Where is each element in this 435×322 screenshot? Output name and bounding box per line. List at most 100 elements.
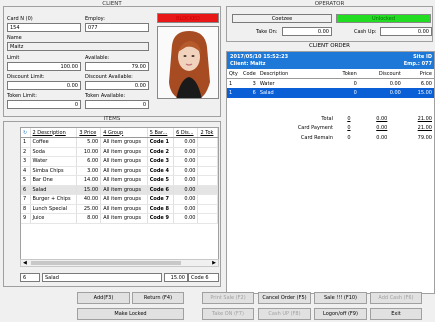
row-dis: 0.00 bbox=[173, 194, 199, 205]
scroll-thumb[interactable] bbox=[31, 261, 181, 265]
col-token[interactable]: 2 Tok bbox=[197, 128, 218, 138]
items-hscrollbar[interactable]: ◀ ▶ bbox=[20, 259, 219, 267]
limit-field: 100.00 bbox=[7, 62, 81, 71]
line-token: 0 bbox=[353, 80, 357, 87]
grid-settings-icon[interactable]: ↻ bbox=[21, 128, 31, 138]
line-qty: 1 bbox=[227, 88, 241, 98]
total-discount: 0.00 bbox=[376, 115, 388, 122]
row-dis: 0.00 bbox=[173, 156, 199, 167]
make-locked-button[interactable]: Make Locked bbox=[77, 308, 184, 320]
row-desc: Burger + Chips bbox=[30, 194, 78, 205]
table-row[interactable]: 8 Lunch Special 25.00 All item groups Code 8… bbox=[21, 204, 218, 214]
line-discount: 0.00 bbox=[389, 80, 401, 87]
row-bar: Code 9 bbox=[147, 213, 175, 224]
total-label: Total bbox=[321, 115, 333, 122]
employ-field[interactable]: 077 bbox=[85, 23, 149, 32]
sale-button[interactable]: Sale !!! (F10) bbox=[314, 292, 367, 304]
exit-button[interactable]: Exit bbox=[370, 308, 422, 320]
row-desc: Salad bbox=[30, 185, 78, 195]
row-num: 9 bbox=[21, 213, 31, 224]
footer-price-field: 15.00 bbox=[164, 273, 188, 282]
cancel-order-button[interactable]: Cancel Order (F5) bbox=[258, 292, 311, 304]
card-field[interactable]: 154 bbox=[7, 23, 81, 32]
order-title: CLIENT ORDER bbox=[309, 43, 350, 49]
table-row[interactable]: 9 Juice 8.00 All item groups Code 9 0.00 bbox=[21, 213, 218, 224]
order-client: Client: Maitz bbox=[230, 61, 266, 67]
blocked-badge: BLOCKED bbox=[157, 13, 219, 23]
add-button[interactable]: Add(F3) bbox=[77, 292, 130, 304]
name-label: Name bbox=[7, 35, 22, 41]
row-desc: Bar One bbox=[30, 175, 78, 186]
available-field: 79.00 bbox=[85, 62, 149, 71]
row-group: All item groups bbox=[100, 175, 148, 186]
discount-available-label: Discount Available: bbox=[85, 74, 133, 80]
row-dis: 0.00 bbox=[173, 185, 199, 195]
row-group: All item groups bbox=[100, 137, 148, 148]
row-num: 3 bbox=[21, 156, 31, 167]
table-row[interactable]: 5 Bar One 14.00 All item groups Code 5 0.00 bbox=[21, 175, 218, 186]
scroll-right-icon[interactable]: ▶ bbox=[212, 260, 216, 266]
table-row[interactable]: 3 Water 6.00 All item groups Code 3 0.00 bbox=[21, 156, 218, 167]
row-price: 5.00 bbox=[76, 137, 102, 148]
row-desc: Simba Chips bbox=[30, 166, 78, 176]
take-on-label: Take On: bbox=[256, 29, 278, 35]
take-on-field: 0.00 bbox=[282, 27, 332, 36]
add-cash-button[interactable]: Add Cash (F6) bbox=[370, 292, 422, 304]
order-line-selected[interactable]: 1 6 Salad 0 0.00 15.00 bbox=[227, 88, 434, 98]
line-qty: 1 bbox=[229, 80, 233, 87]
row-price: 6.00 bbox=[76, 156, 102, 167]
token-available-field: 0 bbox=[85, 100, 149, 109]
line-code: 3 bbox=[252, 80, 256, 87]
cash-up-button[interactable]: Cash UP (F8) bbox=[258, 308, 311, 320]
line-discount: 0.00 bbox=[358, 88, 403, 98]
col-desc: Description bbox=[259, 70, 289, 77]
row-num: 7 bbox=[21, 194, 31, 205]
col-price: Price bbox=[419, 70, 432, 77]
table-row[interactable]: 1 Coffee 5.00 All item groups Code 1 0.00 bbox=[21, 137, 218, 148]
col-qty: Qty bbox=[229, 70, 238, 77]
row-group: All item groups bbox=[100, 185, 148, 195]
print-sale-button[interactable]: Print Sale (F2) bbox=[202, 292, 254, 304]
line-price: 6.00 bbox=[420, 80, 432, 87]
discount-limit-label: Discount Limit: bbox=[7, 74, 45, 80]
token-limit-label: Token Limit: bbox=[7, 93, 37, 99]
card-payment-discount: 0.00 bbox=[376, 125, 388, 132]
scroll-left-icon[interactable]: ◀ bbox=[23, 260, 27, 266]
col-discount[interactable]: 6 Dis... bbox=[173, 128, 199, 138]
footer-qty-field[interactable]: 6 bbox=[20, 273, 40, 282]
limit-label: Limit bbox=[7, 55, 20, 61]
items-grid[interactable]: ↻ 2 Description 3 Price 4 Group 5 Bar...… bbox=[20, 127, 219, 267]
row-price: 14.00 bbox=[76, 175, 102, 186]
return-button[interactable]: Return (F4) bbox=[132, 292, 184, 304]
row-bar: Code 6 bbox=[147, 185, 175, 195]
row-group: All item groups bbox=[100, 147, 148, 157]
line-token: 0 bbox=[327, 88, 359, 98]
col-description[interactable]: 2 Description bbox=[30, 128, 78, 138]
line-code: 6 bbox=[241, 88, 258, 98]
logon-button[interactable]: Logon/off (F9) bbox=[314, 308, 367, 320]
total-price: 21.00 bbox=[417, 115, 432, 122]
take-on-button[interactable]: Take ON (F7) bbox=[202, 308, 254, 320]
order-line[interactable]: 1 3 Water 0 0.00 6.00 bbox=[227, 79, 434, 89]
col-barcode[interactable]: 5 Bar... bbox=[147, 128, 175, 138]
col-price[interactable]: 3 Price bbox=[76, 128, 102, 138]
table-row[interactable]: 6 Salad 15.00 All item groups Code 6 0.00 bbox=[21, 185, 218, 195]
col-discount: Discount bbox=[378, 70, 401, 77]
operator-group: OPERATOR bbox=[226, 1, 433, 42]
row-group: All item groups bbox=[100, 213, 148, 224]
order-panel: 2017/05/10 15:52:23 Site ID Client: Mait… bbox=[226, 51, 435, 294]
table-row[interactable]: 2 Soda 10.00 All item groups Code 2 0.00 bbox=[21, 147, 218, 157]
row-num: 6 bbox=[21, 185, 31, 195]
employ-label: Employ: bbox=[85, 16, 105, 22]
card-label: Card N (0) bbox=[7, 16, 33, 22]
table-row[interactable]: 7 Burger + Chips 40.00 All item groups Code … bbox=[21, 194, 218, 205]
row-dis: 0.00 bbox=[173, 137, 199, 148]
row-dis: 0.00 bbox=[173, 213, 199, 224]
footer-desc-field: Salad bbox=[42, 273, 162, 282]
row-dis: 0.00 bbox=[173, 147, 199, 157]
card-remain-discount: 0.00 bbox=[376, 134, 388, 141]
discount-limit-field: 0.00 bbox=[7, 81, 81, 90]
col-group[interactable]: 4 Group bbox=[100, 128, 148, 138]
row-price: 10.00 bbox=[76, 147, 102, 157]
table-row[interactable]: 4 Simba Chips 3.00 All item groups Code 4 0.0… bbox=[21, 166, 218, 176]
